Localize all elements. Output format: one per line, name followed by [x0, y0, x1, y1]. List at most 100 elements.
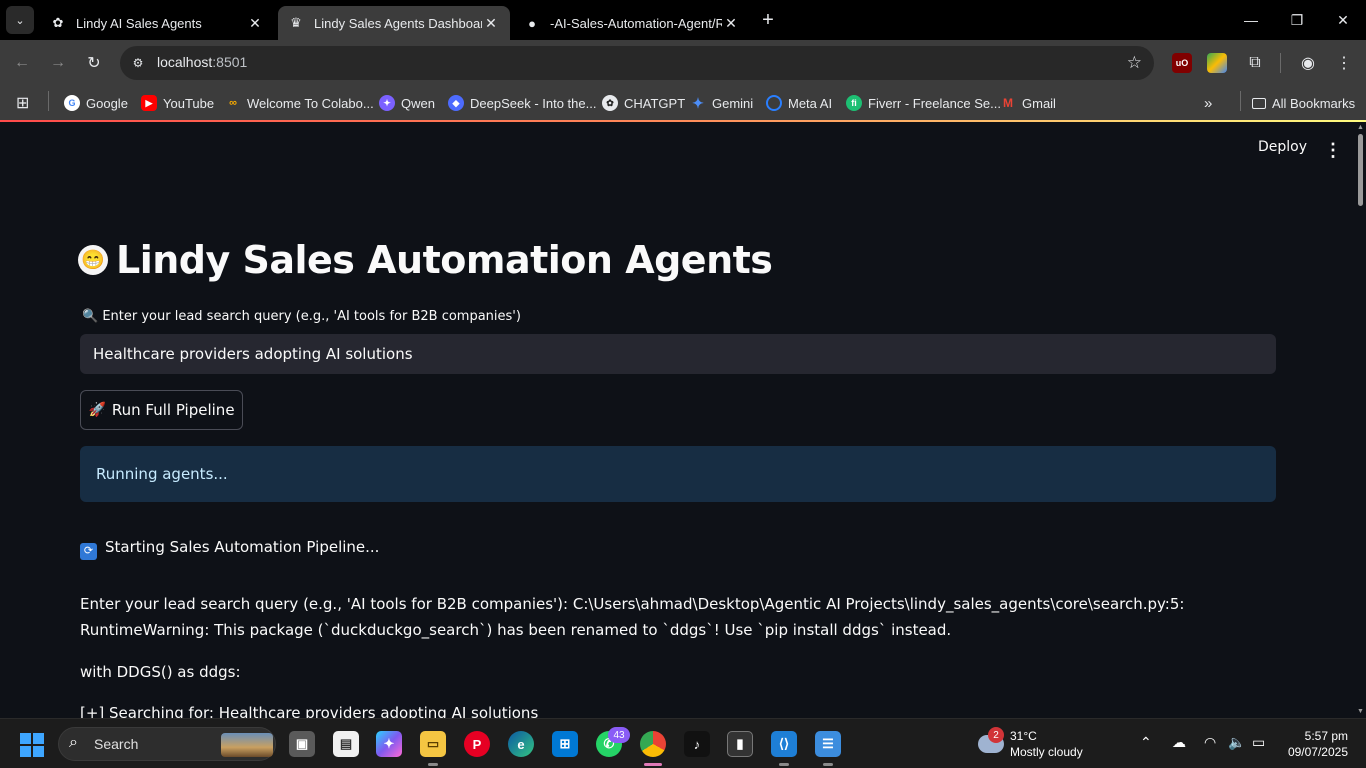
bookmark-meta-ai[interactable]: Meta AI — [766, 92, 832, 114]
file-explorer-icon[interactable]: ▭ — [420, 731, 446, 757]
github-icon: ● — [528, 15, 536, 31]
tab-github-readme[interactable]: ● -AI-Sales-Automation-Agent/RE ✕ — [514, 6, 750, 40]
chrome-icon[interactable] — [640, 731, 666, 757]
rocket-icon: 🚀 — [88, 402, 106, 418]
scroll-up-icon[interactable]: ▲ — [1357, 124, 1364, 131]
tab-lindy-ai-sales-agents[interactable]: ✿ Lindy AI Sales Agents ✕ — [40, 6, 274, 40]
date: 09/07/2025 — [1287, 745, 1348, 759]
tab-strip: ⌄ ✿ Lindy AI Sales Agents ✕ ♛ Lindy Sale… — [0, 0, 1366, 40]
bookmark-divider — [1240, 91, 1241, 111]
bookmark-label: YouTube — [163, 95, 215, 111]
meta-ai-icon — [766, 95, 782, 111]
deploy-button[interactable]: Deploy — [1258, 139, 1307, 155]
status-info-box: Running agents... — [80, 446, 1276, 502]
address-bar[interactable]: ⚙ localhost:8501 ☆ — [120, 46, 1154, 80]
tab-search-button[interactable]: ⌄ — [6, 6, 34, 34]
colorful-extension-icon[interactable] — [1207, 53, 1227, 73]
taskbar-search[interactable]: ⌕ Search — [58, 727, 276, 761]
notes-app-icon[interactable]: ☰ — [815, 731, 841, 757]
fiverr-icon: fi — [846, 95, 862, 111]
all-bookmarks-label: All Bookmarks — [1272, 95, 1356, 111]
forward-icon[interactable]: → — [44, 49, 72, 77]
search-icon: ⌕ — [69, 734, 78, 751]
scroll-thumb[interactable] — [1358, 134, 1363, 206]
active-indicator — [644, 763, 662, 766]
weather-widget[interactable]: 2 31°C Mostly cloudy — [978, 727, 1088, 763]
more-bookmarks-icon[interactable]: » — [1204, 92, 1212, 114]
terminal-icon[interactable]: ▮ — [727, 731, 753, 757]
wifi-icon[interactable]: ◠ — [1204, 734, 1216, 751]
bookmark-label: Google — [86, 95, 128, 111]
close-icon[interactable]: ✕ — [246, 14, 264, 32]
apps-grid-icon[interactable]: ⊞ — [16, 92, 29, 114]
battery-icon[interactable]: ▭ — [1252, 734, 1265, 751]
bookmark-star-icon[interactable]: ☆ — [1127, 53, 1142, 73]
volume-icon[interactable]: 🔈 — [1228, 734, 1245, 751]
log-line: [+] Searching for: Healthcare providers … — [80, 700, 1280, 718]
bookmark-qwen[interactable]: ✦ Qwen — [379, 92, 435, 114]
window-close-button[interactable]: ✕ — [1320, 0, 1366, 40]
whatsapp-badge: 43 — [608, 727, 630, 743]
tab-title: Lindy Sales Agents Dashboard — [314, 15, 482, 31]
tiktok-icon[interactable]: ♪ — [684, 731, 710, 757]
taskbar-search-label: Search — [94, 736, 139, 752]
restore-button[interactable]: ❐ — [1274, 0, 1320, 40]
edge-icon[interactable]: e — [508, 731, 534, 757]
new-tab-button[interactable]: + — [756, 8, 780, 32]
pinterest-icon[interactable]: P — [464, 731, 490, 757]
youtube-icon: ▶ — [141, 95, 157, 111]
bookmarks-bar: ⊞ G Google ▶ YouTube ∞ Welcome To Colabo… — [0, 86, 1366, 120]
scroll-down-icon[interactable]: ▼ — [1357, 708, 1364, 715]
main-menu-icon[interactable]: ⋮ — [1322, 138, 1344, 162]
clock[interactable]: 5:57 pm 09/07/2025 — [1286, 728, 1348, 760]
run-button-label: Run Full Pipeline — [111, 401, 235, 419]
running-indicator — [428, 763, 438, 766]
onedrive-icon[interactable]: ☁ — [1172, 734, 1186, 751]
close-icon[interactable]: ✕ — [482, 14, 500, 32]
bookmark-youtube[interactable]: ▶ YouTube — [141, 92, 214, 114]
bookmark-label: Fiverr - Freelance Se... — [868, 95, 1001, 111]
bookmark-label: DeepSeek - Into the... — [470, 95, 597, 111]
profile-avatar[interactable]: ◉ — [1294, 49, 1322, 77]
extensions-puzzle-icon[interactable]: ⧉ — [1241, 49, 1269, 77]
crown-icon: ♛ — [290, 15, 302, 30]
search-query-input[interactable]: Healthcare providers adopting AI solutio… — [80, 334, 1276, 374]
bookmark-label: Gemini — [712, 95, 754, 111]
bookmark-deepseek[interactable]: ◆ DeepSeek - Into the... — [448, 92, 596, 114]
minimize-button[interactable]: — — [1228, 0, 1274, 40]
bookmark-google[interactable]: G Google — [64, 92, 128, 114]
all-bookmarks-folder[interactable]: All Bookmarks — [1252, 92, 1355, 114]
reload-icon[interactable]: ↻ — [80, 49, 108, 77]
windows-start-icon[interactable] — [20, 733, 44, 757]
vscode-icon[interactable]: ⟨⟩ — [771, 731, 797, 757]
bookmark-colab[interactable]: ∞ Welcome To Colabo... — [225, 92, 374, 114]
running-indicator — [779, 763, 789, 766]
qwen-icon: ✦ — [379, 95, 395, 111]
page-scrollbar[interactable]: ▲ ▼ — [1354, 122, 1366, 718]
tab-lindy-sales-agents-dashboard[interactable]: ♛ Lindy Sales Agents Dashboard ✕ — [278, 6, 510, 40]
bookmark-chatgpt[interactable]: ✿ CHATGPT — [602, 92, 685, 114]
weather-badge: 2 — [988, 727, 1004, 743]
log-text: Starting Sales Automation Pipeline... — [105, 538, 380, 556]
notepad-icon[interactable]: ▤ — [333, 731, 359, 757]
back-icon[interactable]: ← — [8, 49, 36, 77]
bookmark-fiverr[interactable]: fi Fiverr - Freelance Se... — [846, 92, 1001, 114]
copilot-icon[interactable]: ✦ — [376, 731, 402, 757]
search-highlight-image — [221, 733, 273, 757]
ublock-icon[interactable]: uO — [1172, 53, 1192, 73]
bookmark-label: Welcome To Colabo... — [247, 95, 374, 111]
browser-menu-icon[interactable]: ⋮ — [1330, 49, 1358, 77]
site-info-icon[interactable]: ⚙ — [130, 55, 146, 71]
microsoft-store-icon[interactable]: ⊞ — [552, 731, 578, 757]
gmail-icon: M — [1003, 96, 1013, 110]
task-view-icon[interactable]: ▣ — [289, 731, 315, 757]
chevron-up-icon[interactable]: ⌃ — [1140, 734, 1152, 751]
bookmark-gmail[interactable]: M Gmail — [1000, 92, 1056, 114]
deepseek-icon: ◆ — [448, 95, 464, 111]
bookmark-gemini[interactable]: ✦ Gemini — [690, 92, 753, 114]
run-full-pipeline-button[interactable]: 🚀 Run Full Pipeline — [80, 390, 243, 430]
close-icon[interactable]: ✕ — [722, 14, 740, 32]
repeat-icon: ⟳ — [80, 542, 97, 560]
browser-toolbar: ← → ↻ ⚙ localhost:8501 ☆ uO ⧉ ◉ ⋮ — [0, 40, 1366, 86]
url-text[interactable]: localhost:8501 — [157, 54, 247, 70]
